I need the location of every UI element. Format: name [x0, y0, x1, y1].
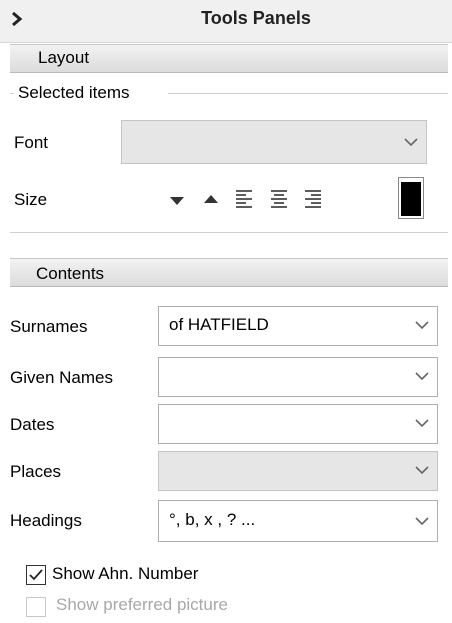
triangle-down-icon[interactable] — [166, 190, 188, 212]
size-label: Size — [14, 190, 48, 209]
chevron-down-icon — [415, 321, 429, 330]
chevron-down-icon — [404, 138, 418, 147]
color-swatch-icon — [401, 182, 421, 216]
chevron-down-icon — [415, 517, 429, 526]
dates-dropdown[interactable] — [158, 404, 438, 444]
group-line-right — [168, 93, 448, 94]
chevron-down-icon — [415, 419, 429, 428]
given-names-label: Given Names — [10, 368, 113, 387]
show-picture-label: Show preferred picture — [56, 595, 228, 614]
surnames-dropdown[interactable]: of HATFIELD — [158, 306, 438, 346]
color-swatch-button[interactable] — [398, 177, 424, 219]
group-line-left — [10, 93, 14, 94]
headings-dropdown[interactable]: °, b, x , ? ... — [158, 500, 438, 542]
align-center-icon[interactable] — [268, 188, 290, 210]
places-label: Places — [10, 462, 62, 481]
triangle-up-icon[interactable] — [200, 188, 222, 210]
checkmark-icon — [29, 569, 43, 581]
align-right-icon[interactable] — [302, 188, 324, 210]
headings-value: °, b, x , ? ... — [169, 510, 256, 529]
font-dropdown[interactable] — [121, 120, 427, 164]
surnames-label: Surnames — [10, 317, 88, 336]
layout-divider — [10, 232, 448, 233]
chevron-down-icon — [415, 466, 429, 475]
show-ahn-checkbox[interactable] — [26, 565, 46, 585]
chevron-down-icon — [415, 372, 429, 381]
headings-label: Headings — [10, 511, 82, 530]
show-ahn-label[interactable]: Show Ahn. Number — [52, 564, 198, 584]
dates-label: Dates — [10, 415, 55, 434]
contents-section-label: Contents — [36, 264, 105, 283]
surnames-value: of HATFIELD — [169, 315, 269, 334]
align-left-icon[interactable] — [233, 188, 255, 210]
selected-items-label: Selected items — [18, 83, 130, 102]
layout-section-label: Layout — [38, 48, 90, 67]
places-dropdown[interactable] — [158, 451, 438, 491]
show-picture-checkbox[interactable] — [26, 597, 46, 617]
font-label: Font — [14, 133, 49, 152]
given-names-dropdown[interactable] — [158, 357, 438, 397]
panel-title: Tools Panels — [201, 8, 311, 28]
